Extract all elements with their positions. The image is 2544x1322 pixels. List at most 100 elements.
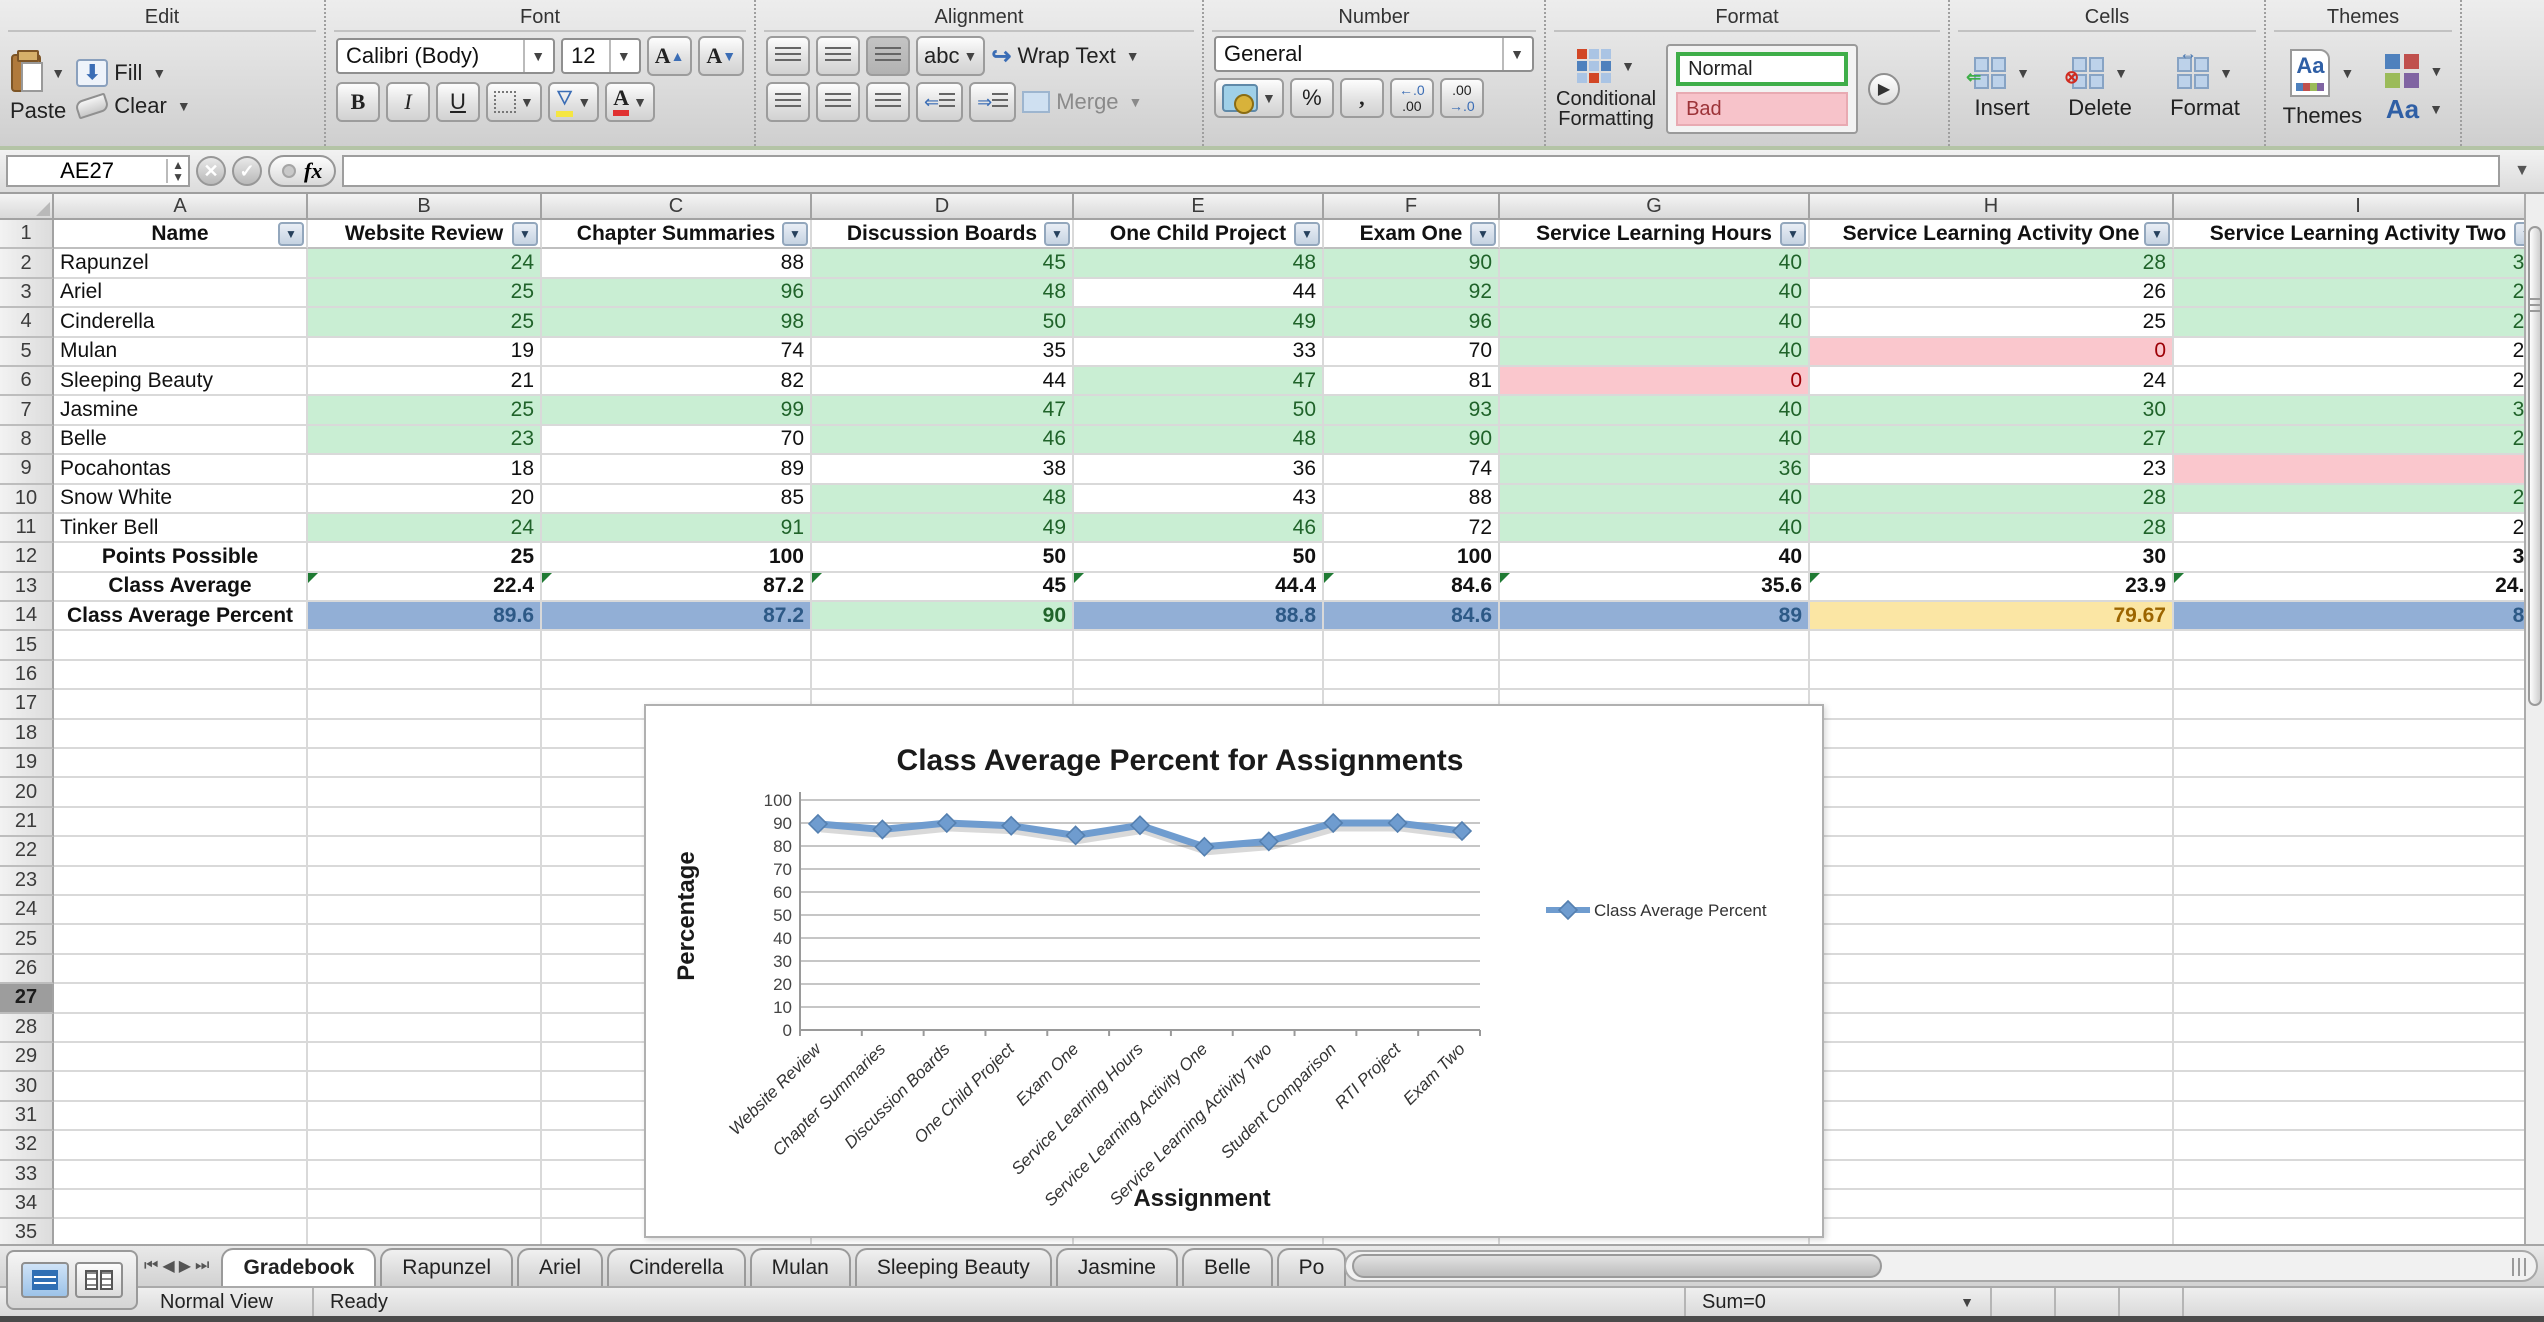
row-header-30[interactable]: 30 <box>0 1072 54 1101</box>
cell-B18[interactable] <box>308 720 542 749</box>
cell-B6[interactable]: 21 <box>308 367 542 396</box>
cell-F12[interactable]: 100 <box>1324 543 1500 572</box>
cell-I6[interactable]: 25 <box>2174 367 2544 396</box>
cell-F13[interactable]: 84.6 <box>1324 573 1500 602</box>
cell-H33[interactable] <box>1810 1161 2174 1190</box>
text-orientation-button[interactable]: abc▼ <box>916 36 985 76</box>
cell-H32[interactable] <box>1810 1131 2174 1160</box>
header-cell-G1[interactable]: Service Learning Hours▼ <box>1500 220 1810 249</box>
borders-button[interactable]: ▼ <box>486 82 542 122</box>
cell-I19[interactable] <box>2174 749 2544 778</box>
cell-G12[interactable]: 40 <box>1500 543 1810 572</box>
header-cell-I1[interactable]: Service Learning Activity Two▼ <box>2174 220 2544 249</box>
row-header-12[interactable]: 12 <box>0 543 54 572</box>
cell-H16[interactable] <box>1810 661 2174 690</box>
row-header-19[interactable]: 19 <box>0 749 54 778</box>
cell-G13[interactable]: 35.6 <box>1500 573 1810 602</box>
cell-I34[interactable] <box>2174 1190 2544 1219</box>
cell-D3[interactable]: 48 <box>812 279 1074 308</box>
cell-H22[interactable] <box>1810 837 2174 866</box>
row-header-25[interactable]: 25 <box>0 925 54 954</box>
cell-A34[interactable] <box>54 1190 308 1219</box>
cell-H9[interactable]: 23 <box>1810 455 2174 484</box>
vertical-scrollbar[interactable] <box>2524 194 2544 1244</box>
cell-D10[interactable]: 48 <box>812 485 1074 514</box>
cell-E4[interactable]: 49 <box>1074 308 1324 337</box>
cell-H35[interactable] <box>1810 1219 2174 1244</box>
cell-B32[interactable] <box>308 1131 542 1160</box>
cell-D8[interactable]: 46 <box>812 426 1074 455</box>
cell-H20[interactable] <box>1810 778 2174 807</box>
cell-H11[interactable]: 28 <box>1810 514 2174 543</box>
cell-C11[interactable]: 91 <box>542 514 812 543</box>
row-header-32[interactable]: 32 <box>0 1131 54 1160</box>
cell-B11[interactable]: 24 <box>308 514 542 543</box>
cell-G7[interactable]: 40 <box>1500 396 1810 425</box>
paste-dropdown-arrow[interactable]: ▼ <box>51 65 65 81</box>
cell-C3[interactable]: 96 <box>542 279 812 308</box>
cell-E9[interactable]: 36 <box>1074 455 1324 484</box>
cell-I13[interactable]: 24.6 <box>2174 573 2544 602</box>
column-header-I[interactable]: I <box>2174 194 2544 220</box>
cell-A5[interactable]: Mulan <box>54 338 308 367</box>
row-header-7[interactable]: 7 <box>0 396 54 425</box>
sum-indicator[interactable]: Sum=0▼ <box>1684 1288 1992 1316</box>
cell-B16[interactable] <box>308 661 542 690</box>
cell-A2[interactable]: Rapunzel <box>54 249 308 278</box>
filter-dropdown-icon[interactable]: ▼ <box>2144 222 2170 246</box>
cell-I9[interactable]: 0 <box>2174 455 2544 484</box>
cell-H28[interactable] <box>1810 1014 2174 1043</box>
cell-A16[interactable] <box>54 661 308 690</box>
cell-I12[interactable]: 30 <box>2174 543 2544 572</box>
header-cell-A1[interactable]: Name▼ <box>54 220 308 249</box>
filter-dropdown-icon[interactable]: ▼ <box>1470 222 1496 246</box>
decrease-decimal-button[interactable]: .00→.0 <box>1440 78 1484 118</box>
name-box-stepper[interactable]: ▲▼ <box>166 159 188 183</box>
fill-color-button[interactable]: 🜄▼ <box>548 82 599 122</box>
sheet-tab-mulan[interactable]: Mulan <box>750 1248 851 1286</box>
increase-decimal-button[interactable]: ←.0.00 <box>1390 78 1434 118</box>
header-cell-H1[interactable]: Service Learning Activity One▼ <box>1810 220 2174 249</box>
style-bad[interactable]: Bad <box>1676 92 1848 126</box>
cell-B13[interactable]: 22.4 <box>308 573 542 602</box>
cell-A31[interactable] <box>54 1102 308 1131</box>
cell-H4[interactable]: 25 <box>1810 308 2174 337</box>
cell-A32[interactable] <box>54 1131 308 1160</box>
row-header-24[interactable]: 24 <box>0 896 54 925</box>
cell-D9[interactable]: 38 <box>812 455 1074 484</box>
cell-G10[interactable]: 40 <box>1500 485 1810 514</box>
filter-dropdown-icon[interactable]: ▼ <box>512 222 538 246</box>
cell-H10[interactable]: 28 <box>1810 485 2174 514</box>
cell-F3[interactable]: 92 <box>1324 279 1500 308</box>
cell-H5[interactable]: 0 <box>1810 338 2174 367</box>
cell-A12[interactable]: Points Possible <box>54 543 308 572</box>
cell-B27[interactable] <box>308 984 542 1013</box>
cell-A25[interactable] <box>54 925 308 954</box>
cell-F6[interactable]: 81 <box>1324 367 1500 396</box>
cell-A28[interactable] <box>54 1014 308 1043</box>
cell-G16[interactable] <box>1500 661 1810 690</box>
cell-H18[interactable] <box>1810 720 2174 749</box>
cell-A30[interactable] <box>54 1072 308 1101</box>
column-header-D[interactable]: D <box>812 194 1074 220</box>
cell-E5[interactable]: 33 <box>1074 338 1324 367</box>
row-header-21[interactable]: 21 <box>0 808 54 837</box>
cell-F16[interactable] <box>1324 661 1500 690</box>
row-header-8[interactable]: 8 <box>0 426 54 455</box>
cell-A17[interactable] <box>54 690 308 719</box>
cell-C4[interactable]: 98 <box>542 308 812 337</box>
cell-B14[interactable]: 89.6 <box>308 602 542 631</box>
font-color-button[interactable]: A▼ <box>605 82 655 122</box>
insert-function-button[interactable]: fx <box>268 155 336 187</box>
cell-I20[interactable] <box>2174 778 2544 807</box>
fill-dropdown-arrow[interactable]: ▼ <box>152 65 166 81</box>
clear-dropdown-arrow[interactable]: ▼ <box>177 98 191 114</box>
cell-H8[interactable]: 27 <box>1810 426 2174 455</box>
cell-I23[interactable] <box>2174 867 2544 896</box>
header-cell-D1[interactable]: Discussion Boards▼ <box>812 220 1074 249</box>
cell-D7[interactable]: 47 <box>812 396 1074 425</box>
row-header-29[interactable]: 29 <box>0 1043 54 1072</box>
sheet-tab-po[interactable]: Po <box>1277 1248 1347 1286</box>
cell-H13[interactable]: 23.9 <box>1810 573 2174 602</box>
cell-A8[interactable]: Belle <box>54 426 308 455</box>
